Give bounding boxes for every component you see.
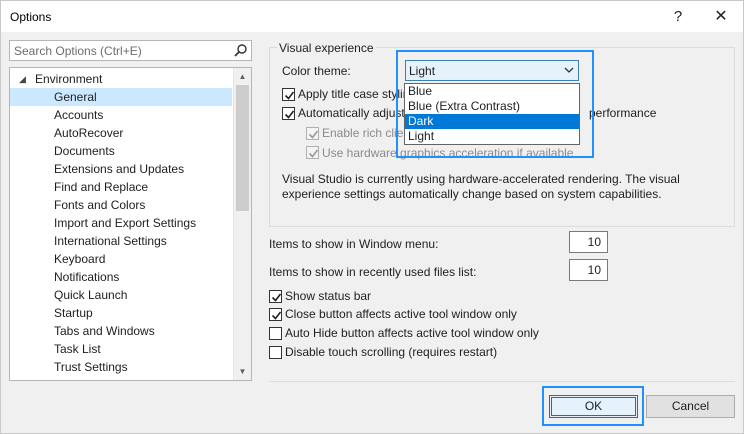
auto-adjust-label: Automatically adjust (298, 106, 405, 120)
tree-item-label: Notifications (54, 270, 120, 284)
tree-item-fonts-and-colors[interactable]: Fonts and Colors (10, 196, 232, 214)
auto-hide-checkbox[interactable] (269, 327, 282, 340)
help-button[interactable]: ? (664, 5, 692, 29)
tree-scrollbar[interactable]: ▲ ▼ (233, 68, 251, 380)
theme-option-blue[interactable]: Blue (405, 84, 579, 99)
color-theme-label: Color theme: (282, 64, 351, 78)
tree-item-label: Find and Replace (54, 180, 149, 194)
tree-item-keyboard[interactable]: Keyboard (10, 250, 232, 268)
tree-item-general[interactable]: General (10, 88, 232, 106)
info-text-line2: experience settings automatically change… (282, 187, 662, 201)
tree-item-tabs-and-windows[interactable]: Tabs and Windows (10, 322, 232, 340)
window-title: Options (10, 10, 52, 24)
show-status-bar-label: Show status bar (285, 289, 372, 303)
tree-item-label: Startup (54, 306, 93, 320)
tree-item-task-list[interactable]: Task List (10, 340, 232, 358)
auto-adjust-checkbox[interactable] (282, 107, 295, 120)
tree-item-label: Web Browser (54, 376, 126, 380)
theme-option-light[interactable]: Light (405, 129, 579, 144)
theme-option-blue-extra-contrast[interactable]: Blue (Extra Contrast) (405, 99, 579, 114)
tree-item-label: Environment (35, 72, 103, 86)
color-theme-dropdown-list[interactable]: Blue Blue (Extra Contrast) Dark Light (404, 83, 580, 145)
tree-item-label: Extensions and Updates (54, 162, 185, 176)
cancel-button[interactable]: Cancel (646, 395, 735, 418)
recent-files-label: Items to show in recently used files lis… (269, 265, 477, 279)
tree-item-label: General (54, 90, 97, 104)
tree-item-web-browser[interactable]: Web Browser (10, 376, 232, 380)
search-placeholder: Search Options (Ctrl+E) (14, 44, 142, 58)
auto-hide-label: Auto Hide button affects active tool win… (285, 326, 539, 340)
color-theme-select[interactable]: Light (405, 60, 579, 81)
tree-item-autorecover[interactable]: AutoRecover (10, 124, 232, 142)
tree-item-label: Trust Settings (54, 360, 128, 374)
tree-item-environment[interactable]: ◢ Environment (10, 70, 232, 88)
tree-item-startup[interactable]: Startup (10, 304, 232, 322)
tree-item-label: Task List (54, 342, 101, 356)
close-button[interactable]: ✕ (707, 5, 735, 29)
tree-item-label: International Settings (54, 234, 167, 248)
tree-item-documents[interactable]: Documents (10, 142, 232, 160)
search-icon[interactable] (233, 43, 248, 58)
disable-touch-checkbox[interactable] (269, 346, 282, 359)
window-menu-items-input[interactable]: 10 (569, 231, 608, 253)
ok-button[interactable]: OK (549, 395, 638, 418)
recent-files-input[interactable]: 10 (569, 259, 608, 281)
footer-divider (269, 381, 735, 382)
scroll-up-arrow-icon[interactable]: ▲ (234, 68, 251, 85)
enable-rich-client-checkbox (306, 127, 319, 140)
tree-item-trust-settings[interactable]: Trust Settings (10, 358, 232, 376)
tree-item-label: Keyboard (54, 252, 106, 266)
info-text-line1: Visual Studio is currently using hardwar… (282, 172, 680, 186)
tree-item-label: Documents (54, 144, 115, 158)
search-options-input[interactable]: Search Options (Ctrl+E) (9, 40, 252, 61)
window-menu-items-label: Items to show in Window menu: (269, 237, 439, 251)
scrollbar-thumb[interactable] (236, 85, 249, 211)
tree-item-extensions-and-updates[interactable]: Extensions and Updates (10, 160, 232, 178)
tree-item-import-and-export-settings[interactable]: Import and Export Settings (10, 214, 232, 232)
tree-item-find-and-replace[interactable]: Find and Replace (10, 178, 232, 196)
scroll-down-arrow-icon[interactable]: ▼ (234, 363, 251, 380)
color-theme-value: Light (409, 64, 436, 78)
tree-item-notifications[interactable]: Notifications (10, 268, 232, 286)
tree-item-label: Accounts (54, 108, 104, 122)
tree-item-label: Tabs and Windows (54, 324, 155, 338)
tree-item-accounts[interactable]: Accounts (10, 106, 232, 124)
tree-item-quick-launch[interactable]: Quick Launch (10, 286, 232, 304)
collapse-arrow-icon[interactable]: ◢ (19, 70, 26, 88)
tree-item-label: AutoRecover (54, 126, 124, 140)
chevron-down-icon[interactable] (564, 65, 574, 75)
group-title: Visual experience (277, 41, 376, 55)
disable-touch-label: Disable touch scrolling (requires restar… (285, 345, 498, 359)
close-button-checkbox[interactable] (269, 308, 282, 321)
tree-item-label: Quick Launch (54, 288, 128, 302)
auto-adjust-label-tail: performance (589, 106, 657, 120)
hardware-acceleration-checkbox (306, 146, 319, 159)
options-dialog: Options ? ✕ Search Options (Ctrl+E) ◢ En… (0, 0, 744, 434)
tree-item-international-settings[interactable]: International Settings (10, 232, 232, 250)
theme-option-dark[interactable]: Dark (405, 114, 579, 129)
options-tree[interactable]: ◢ Environment General Accounts AutoRecover… (9, 67, 252, 381)
apply-title-case-checkbox[interactable] (282, 88, 295, 101)
close-button-label: Close button affects active tool window … (285, 307, 517, 321)
title-bar: Options ? ✕ (1, 1, 743, 32)
tree-item-label: Fonts and Colors (54, 198, 146, 212)
show-status-bar-checkbox[interactable] (269, 290, 282, 303)
tree-item-label: Import and Export Settings (54, 216, 197, 230)
hardware-acceleration-label: Use hardware graphics acceleration if av… (322, 146, 574, 160)
